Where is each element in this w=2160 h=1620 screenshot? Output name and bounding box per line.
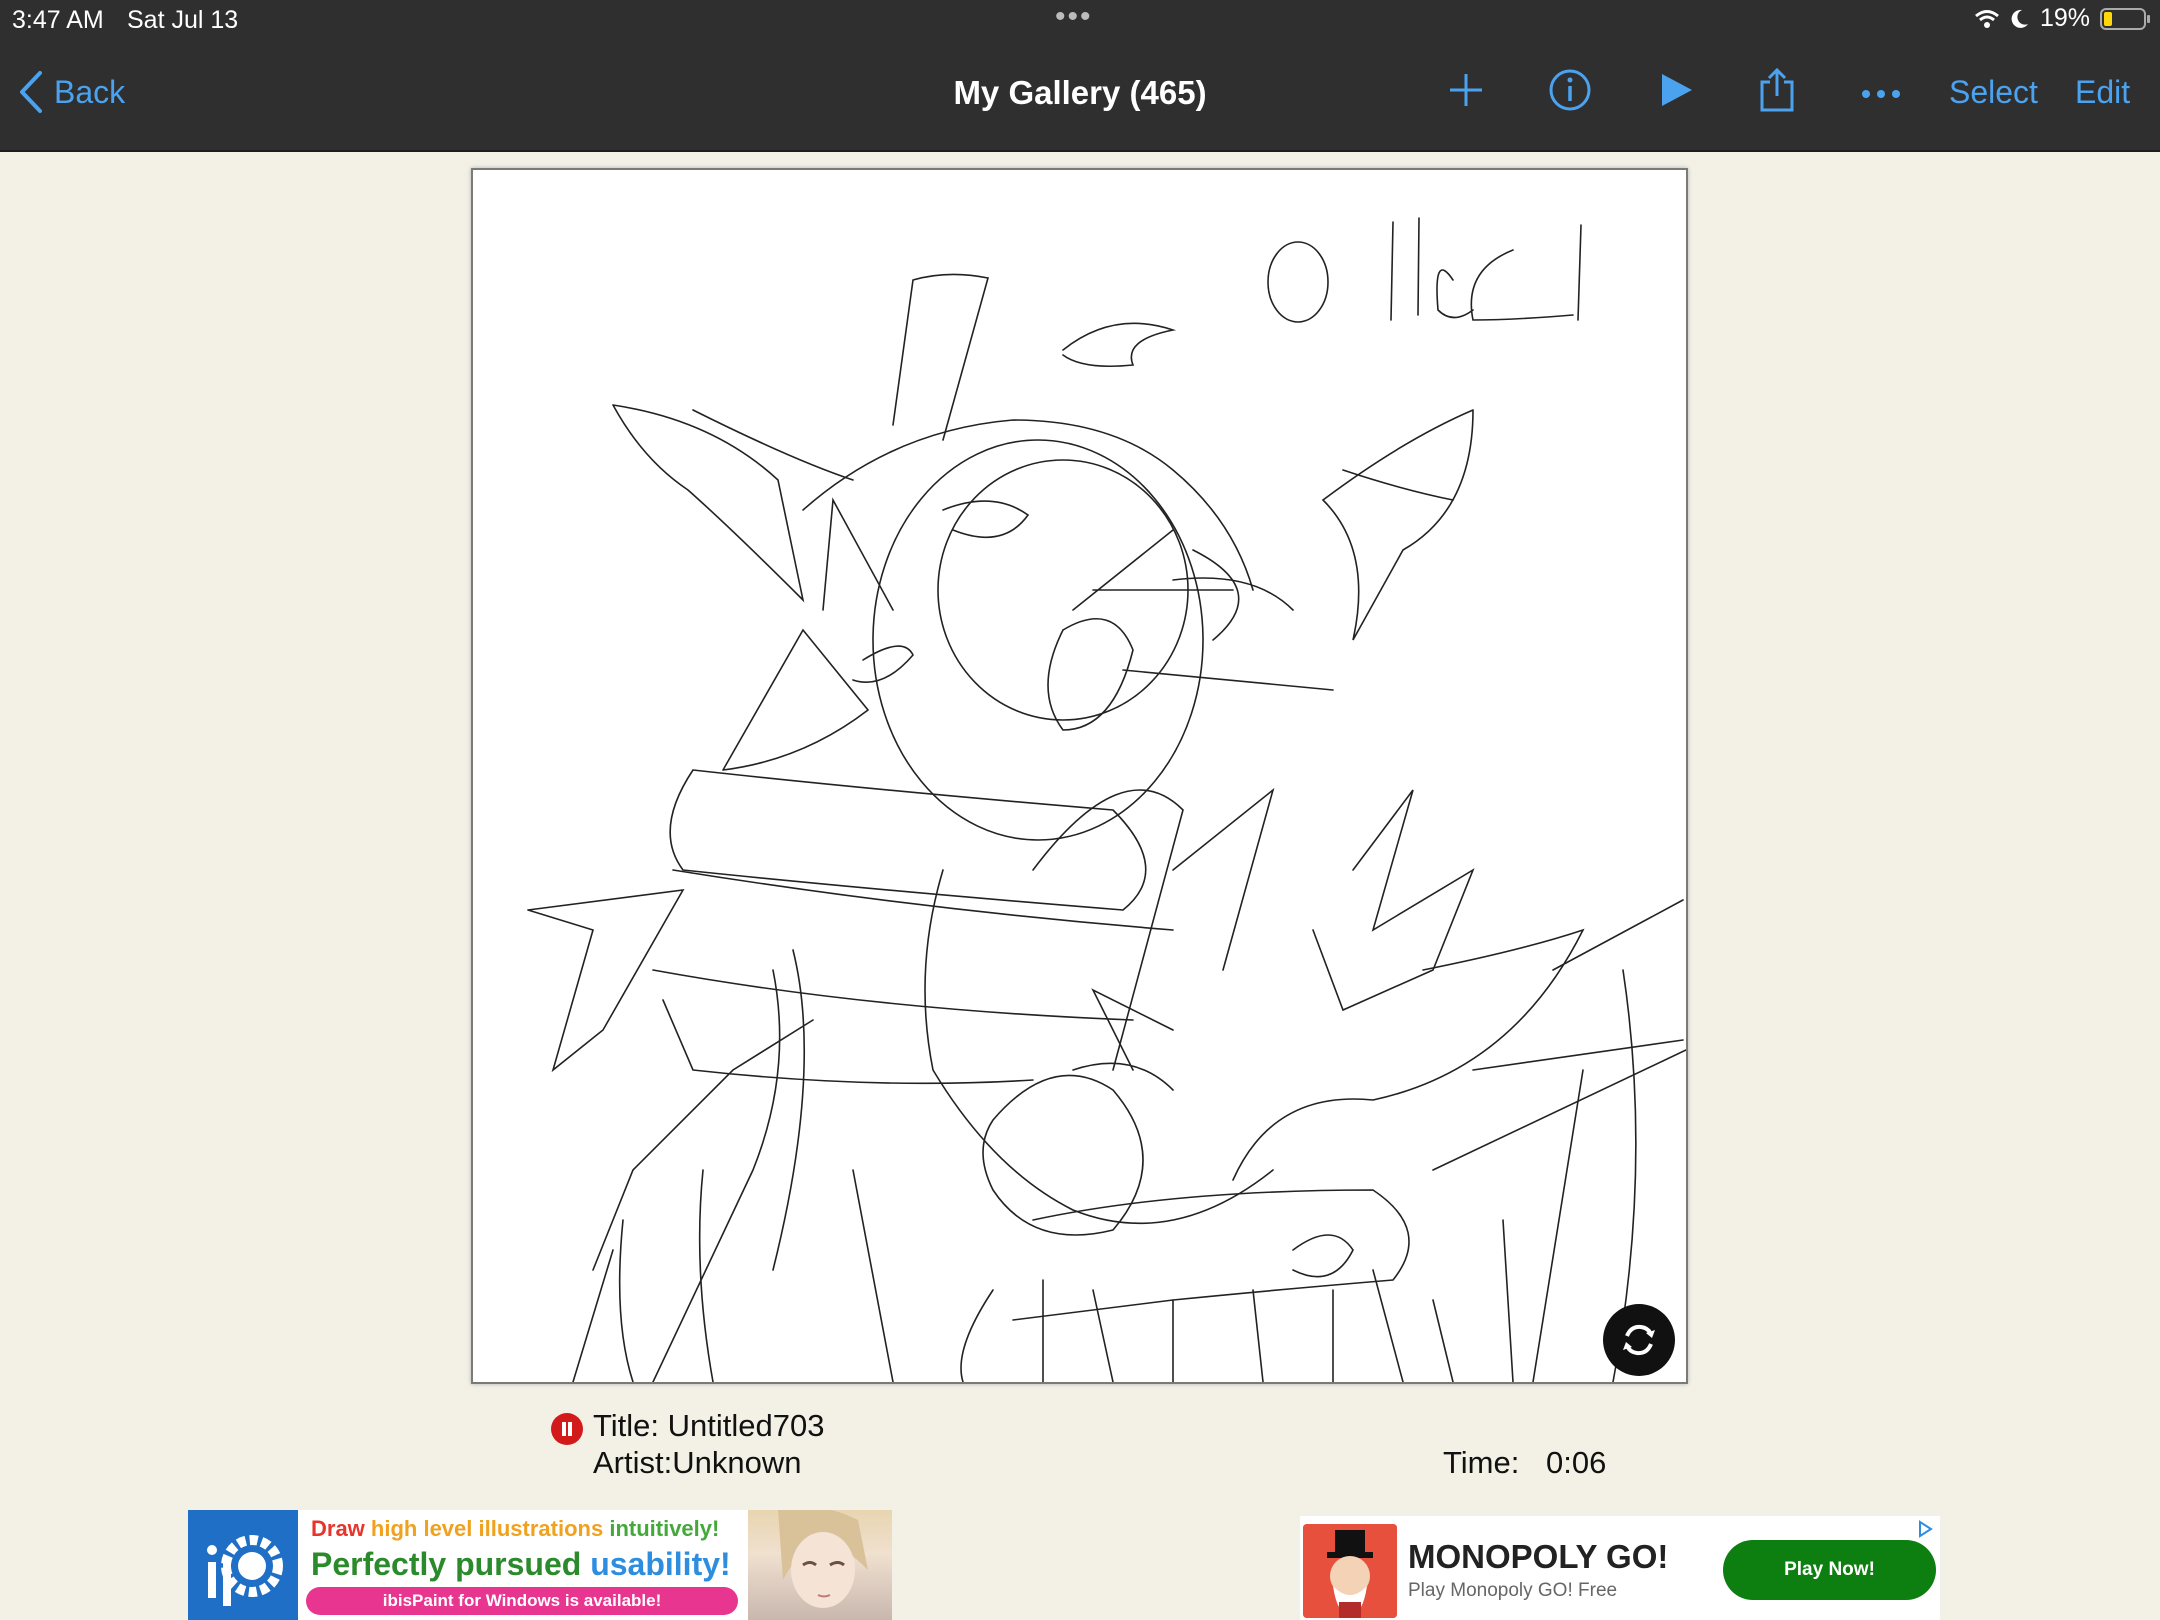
artwork-artist: Artist:Unknown (593, 1445, 802, 1480)
battery-icon (2100, 7, 2150, 30)
monopoly-ad-banner[interactable]: MONOPOLY GO! Play Monopoly GO! Free Play… (1300, 1516, 1940, 1620)
time-value: 0:06 (1546, 1445, 1607, 1480)
rotate-canvas-button[interactable] (1603, 1304, 1675, 1376)
ad-headline: Draw high level illustrations intuitivel… (311, 1516, 720, 1541)
time-label: Time: (1443, 1445, 1520, 1480)
multitask-dots-icon[interactable]: ••• (1055, 0, 1093, 34)
moon-icon (2011, 9, 2028, 28)
status-bar: 3:47 AM Sat Jul 13 ••• 19% (0, 0, 2160, 40)
ad-pill-text: ibisPaint for Windows is available! (306, 1587, 738, 1615)
ad-app-subtitle: Play Monopoly GO! Free (1408, 1580, 1618, 1601)
status-time: 3:47 AM (12, 6, 104, 34)
ibispaint-logo-icon (188, 1510, 298, 1620)
page-title: My Gallery (465) (953, 74, 1207, 111)
adchoices-icon[interactable] (1916, 1520, 1934, 1538)
edit-button[interactable]: Edit (2075, 74, 2130, 111)
wifi-icon (1975, 9, 1999, 28)
sketch-drawing (527, 217, 1686, 1382)
ad-illustration (748, 1510, 892, 1620)
artwork-canvas[interactable] (471, 168, 1688, 1384)
play-icon[interactable] (1658, 70, 1696, 110)
monopoly-app-icon (1303, 1524, 1397, 1618)
share-icon[interactable] (1758, 66, 1796, 114)
more-icon[interactable] (1860, 88, 1902, 100)
ad-tagline: Perfectly pursued usability! (311, 1546, 731, 1582)
status-right: 19% (1974, 4, 2150, 33)
pause-icon[interactable] (551, 1413, 583, 1445)
status-date: Sat Jul 13 (127, 6, 239, 34)
battery-percent: 19% (2039, 4, 2090, 32)
ad-app-name: MONOPOLY GO! (1408, 1538, 1669, 1575)
ibispaint-ad-banner[interactable]: Draw high level illustrations intuitivel… (188, 1510, 892, 1620)
nav-bar: Back My Gallery (465) Select Edit (0, 40, 2160, 152)
select-button[interactable]: Select (1949, 74, 2038, 111)
play-now-button[interactable]: Play Now! (1723, 1540, 1936, 1600)
artwork-title: Title: Untitled703 (593, 1408, 825, 1443)
info-icon[interactable] (1548, 68, 1592, 112)
plus-icon[interactable] (1446, 70, 1486, 110)
rotate-icon (1623, 1324, 1655, 1356)
